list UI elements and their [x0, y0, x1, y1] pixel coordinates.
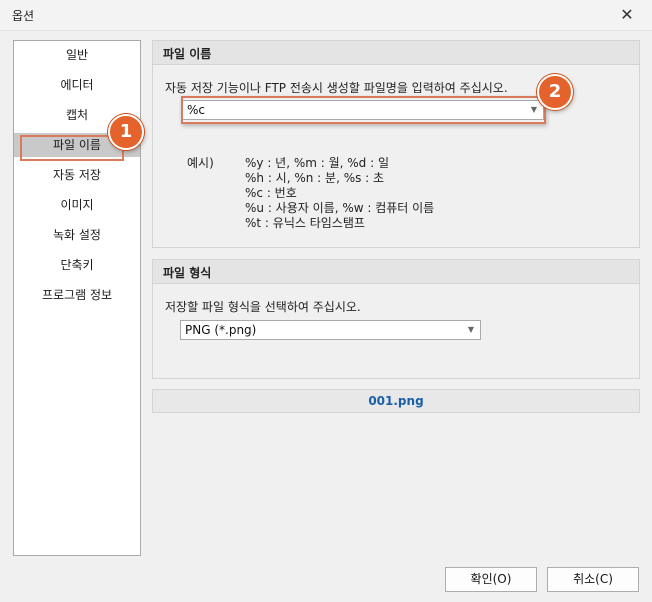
callout-badge-2: 2 — [537, 74, 573, 110]
close-button[interactable]: ✕ — [612, 3, 642, 27]
callout-badge-1: 1 — [108, 114, 144, 150]
sidebar-item-shortcuts[interactable]: 단축키 — [14, 253, 140, 277]
title-divider — [0, 30, 652, 31]
filename-group-header: 파일 이름 — [153, 41, 639, 65]
filename-instruction: 자동 저장 기능이나 FTP 전송시 생성할 파일명을 입력하여 주십시오. — [165, 81, 508, 95]
filename-group: 파일 이름 자동 저장 기능이나 FTP 전송시 생성할 파일명을 입력하여 주… — [152, 40, 640, 248]
filename-group-title: 파일 이름 — [163, 47, 212, 61]
file-format-select[interactable]: PNG (*.png) ▼ — [180, 320, 481, 340]
ok-button[interactable]: 확인(O) — [445, 567, 537, 592]
format-group: 파일 형식 저장할 파일 형식을 선택하여 주십시오. — [152, 259, 640, 379]
input-highlight-box — [181, 96, 546, 124]
format-group-title: 파일 형식 — [163, 266, 212, 280]
sidebar-item-general[interactable]: 일반 — [14, 43, 140, 67]
format-group-header: 파일 형식 — [153, 260, 639, 284]
window-title: 옵션 — [12, 9, 35, 23]
chevron-down-icon[interactable]: ▼ — [468, 325, 474, 334]
close-icon: ✕ — [620, 5, 634, 24]
example-label: 예시) — [187, 156, 214, 170]
sidebar-item-image[interactable]: 이미지 — [14, 193, 140, 217]
format-instruction: 저장할 파일 형식을 선택하여 주십시오. — [165, 300, 361, 314]
sidebar-item-recording[interactable]: 녹화 설정 — [14, 223, 140, 247]
preview-filename: 001.png — [368, 394, 424, 408]
sidebar-item-autosave[interactable]: 자동 저장 — [14, 163, 140, 187]
title-bar: 옵션 ✕ — [0, 0, 652, 30]
example-line: %t : 유닉스 타임스탬프 — [245, 216, 365, 230]
file-format-value: PNG (*.png) — [185, 323, 257, 337]
sidebar-item-editor[interactable]: 에디터 — [14, 73, 140, 97]
sidebar-item-about[interactable]: 프로그램 정보 — [14, 283, 140, 307]
filename-preview: 001.png — [152, 389, 640, 413]
cancel-button[interactable]: 취소(C) — [547, 567, 639, 592]
